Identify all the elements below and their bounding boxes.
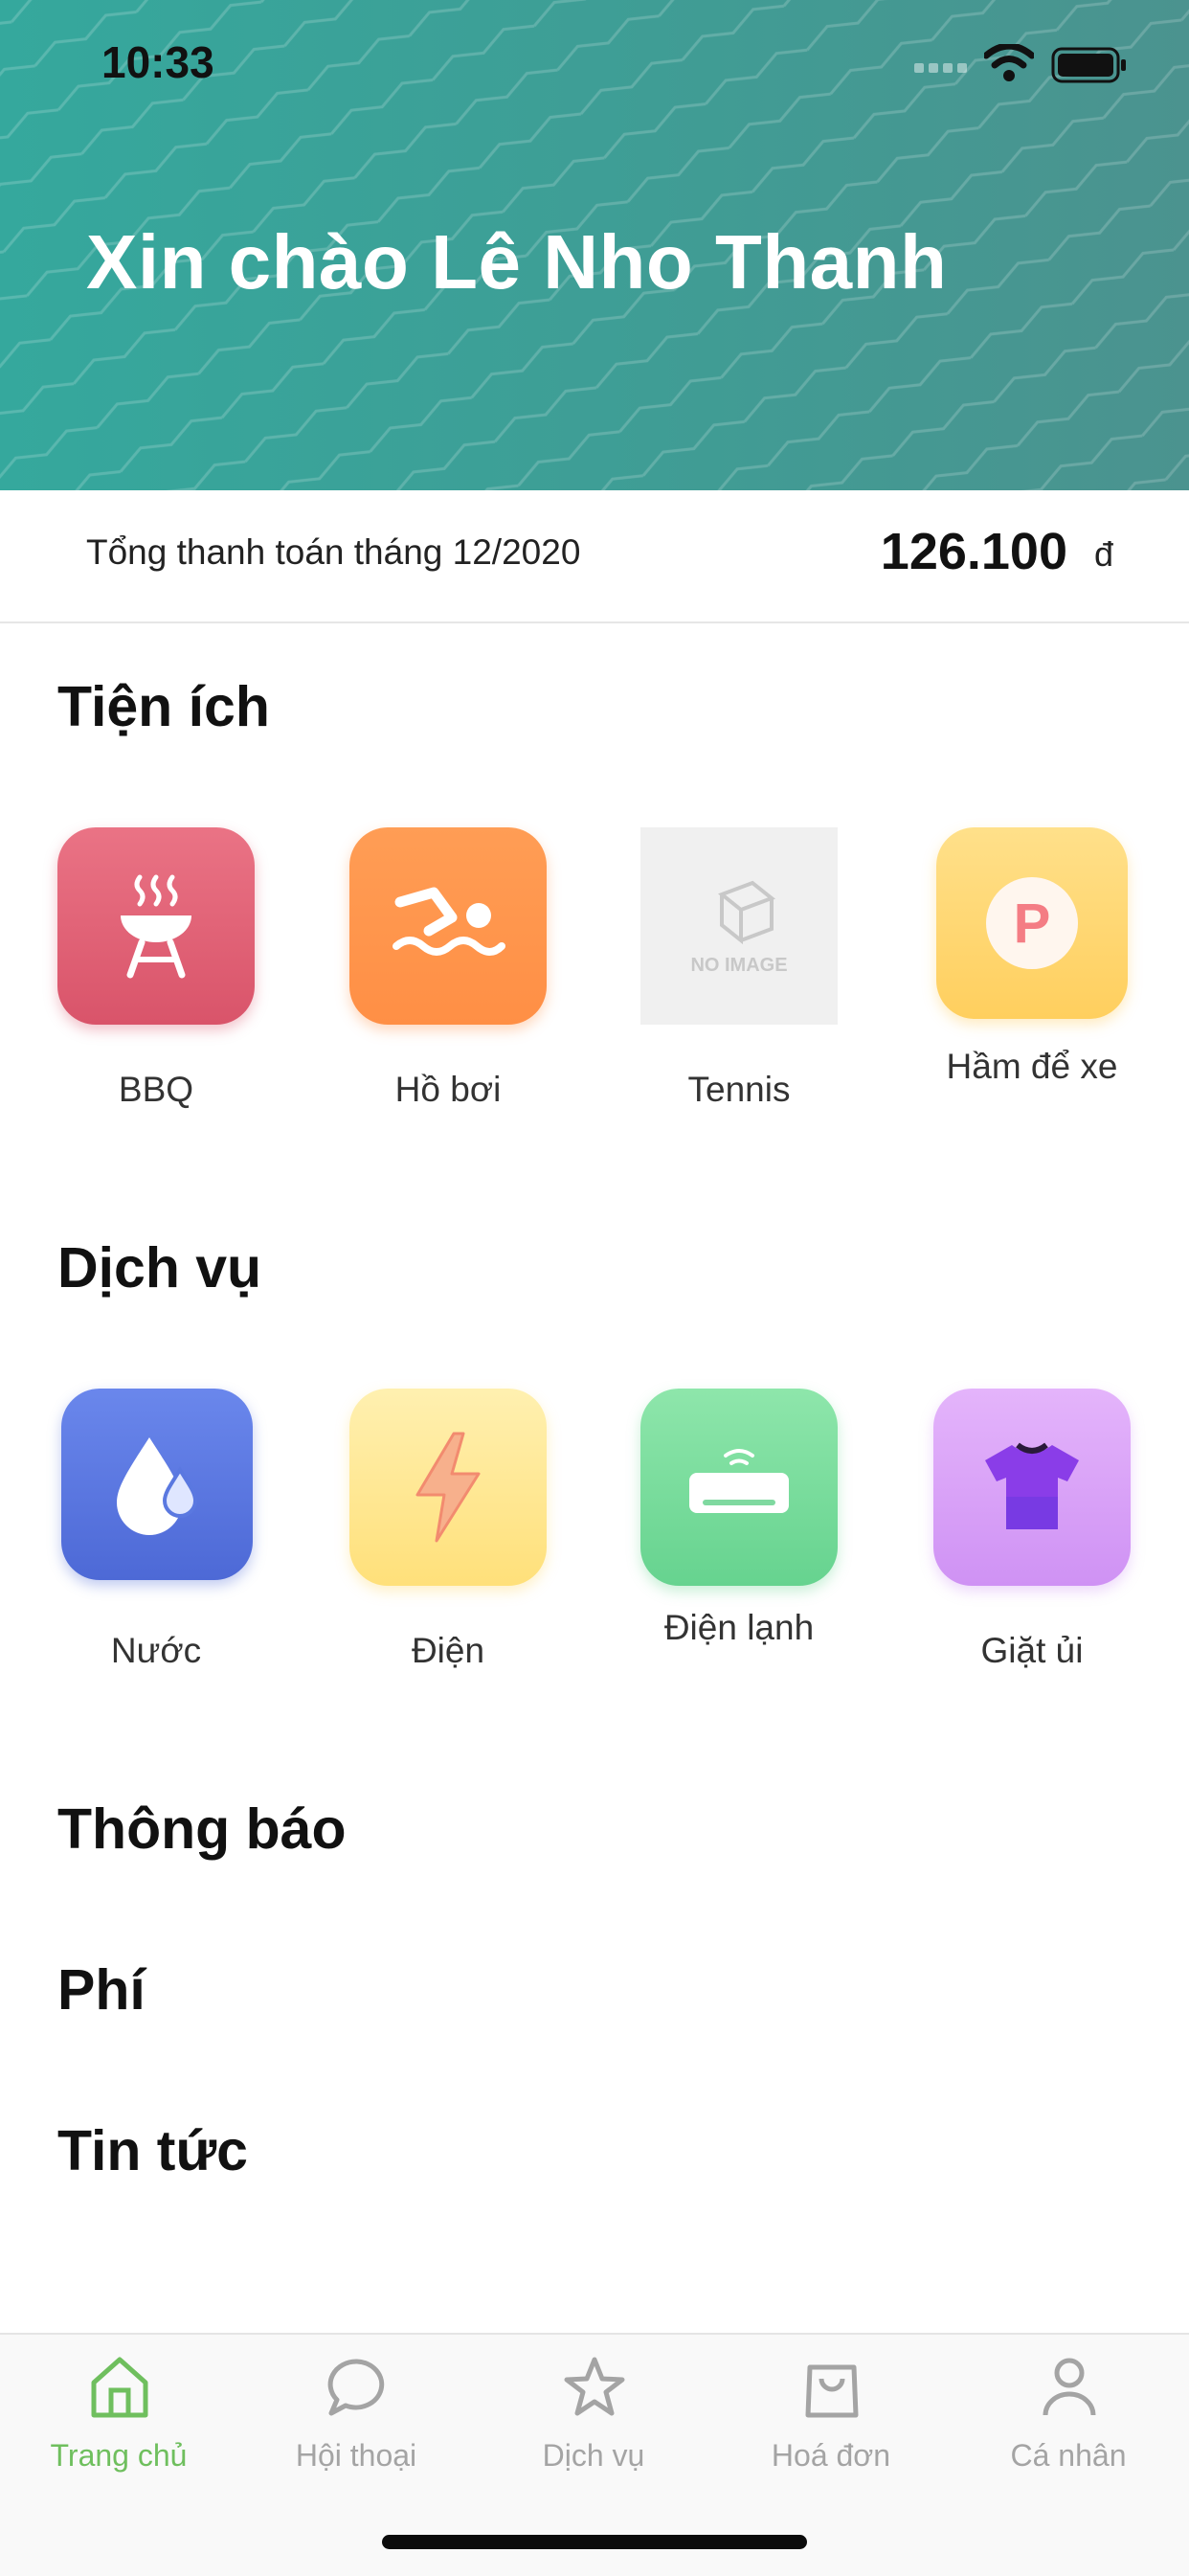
chat-bubble-icon	[327, 2359, 385, 2416]
section-title-utilities: Tiện ích	[57, 675, 270, 738]
lightning-icon	[415, 1432, 481, 1543]
section-title-services: Dịch vụ	[57, 1236, 262, 1299]
water-tile[interactable]	[61, 1389, 253, 1580]
section-title-fees[interactable]: Phí	[57, 1957, 146, 2022]
utility-label-bbq: BBQ	[118, 1070, 194, 1109]
nav-label-chat: Hội thoại	[295, 2438, 417, 2473]
nav-label-services: Dịch vụ	[542, 2438, 645, 2473]
utility-label-parking: Hầm để xe	[946, 1047, 1118, 1086]
cellular-signal-icon	[914, 63, 967, 73]
nav-label-profile: Cá nhân	[1010, 2438, 1127, 2473]
svg-text:P: P	[1014, 893, 1051, 955]
nav-label-home: Trang chủ	[50, 2438, 188, 2473]
header-banner: 10:33 Xin chào Lê Nho Thanh	[0, 0, 1189, 490]
bbq-grill-icon	[121, 874, 191, 979]
user-icon	[1043, 2358, 1096, 2416]
air-conditioner-icon	[689, 1449, 789, 1513]
utility-label-pool: Hồ bơi	[394, 1070, 502, 1109]
no-image-placeholder-icon: NO IMAGE	[690, 880, 788, 976]
section-title-notifications[interactable]: Thông báo	[57, 1796, 346, 1862]
status-bar: 10:33	[0, 0, 1189, 129]
greeting-title: Xin chào Lê Nho Thanh	[86, 219, 948, 305]
air-conditioning-tile[interactable]	[640, 1389, 838, 1586]
no-image-text: NO IMAGE	[690, 955, 787, 976]
nav-item-bills[interactable]: Hoá đơn	[712, 2335, 950, 2526]
star-icon	[564, 2357, 625, 2416]
tennis-tile[interactable]: NO IMAGE	[640, 827, 838, 1025]
tshirt-icon	[985, 1442, 1079, 1529]
service-label-water: Nước	[110, 1631, 202, 1670]
payment-label: Tổng thanh toán tháng 12/2020	[86, 532, 581, 572]
pool-tile[interactable]	[349, 827, 547, 1025]
service-label-electricity: Điện	[411, 1631, 485, 1670]
home-icon	[91, 2357, 148, 2418]
home-indicator[interactable]	[382, 2535, 807, 2549]
laundry-tile[interactable]	[933, 1389, 1131, 1586]
status-time: 10:33	[101, 37, 214, 87]
bbq-tile[interactable]	[57, 827, 255, 1025]
shopping-bag-icon	[805, 2364, 859, 2418]
nav-item-home[interactable]: Trang chủ	[0, 2335, 237, 2526]
wifi-icon	[984, 44, 1034, 81]
battery-icon	[1051, 47, 1126, 83]
utility-label-tennis: Tennis	[687, 1070, 791, 1109]
nav-item-profile[interactable]: Cá nhân	[950, 2335, 1187, 2526]
monthly-payment-summary[interactable]: Tổng thanh toán tháng 12/2020 126.100 đ	[0, 490, 1189, 623]
water-drop-icon	[117, 1437, 198, 1535]
service-label-air-conditioning: Điện lạnh	[663, 1608, 815, 1647]
payment-amount: 126.100	[880, 523, 1067, 580]
section-title-news[interactable]: Tin tức	[57, 2118, 248, 2183]
nav-item-services[interactable]: Dịch vụ	[475, 2335, 712, 2526]
electricity-tile[interactable]	[349, 1389, 547, 1586]
payment-currency: đ	[1093, 534, 1113, 574]
parking-icon: P	[986, 877, 1078, 969]
nav-label-bills: Hoá đơn	[771, 2438, 891, 2473]
nav-item-chat[interactable]: Hội thoại	[237, 2335, 475, 2526]
service-label-laundry: Giặt ủi	[980, 1631, 1084, 1670]
parking-tile[interactable]: P	[936, 827, 1128, 1019]
swimmer-icon	[393, 887, 505, 956]
